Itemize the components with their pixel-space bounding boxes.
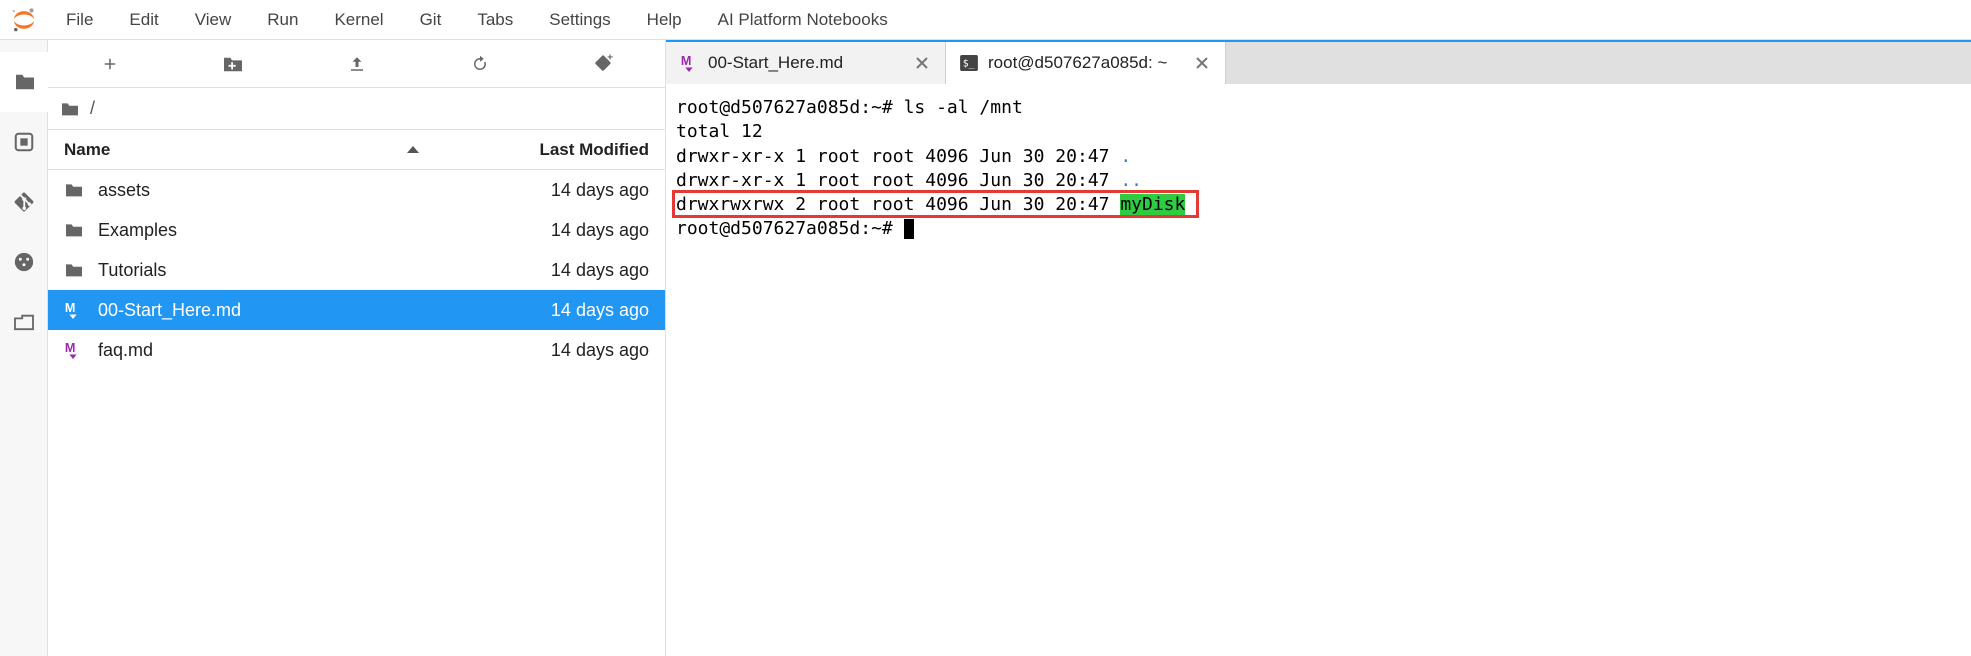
git-clone-button[interactable]: + <box>542 40 665 87</box>
commands-palette-icon[interactable] <box>0 232 48 292</box>
terminal-line: total 12 <box>676 120 1961 144</box>
svg-text:$_: $_ <box>963 59 975 70</box>
folder-icon <box>64 262 88 278</box>
file-modified: 14 days ago <box>469 300 649 321</box>
menu-item-view[interactable]: View <box>177 0 250 40</box>
terminal-line: root@d507627a085d:~# ls -al /mnt <box>676 96 1961 120</box>
tab[interactable]: M 00-Start_Here.md <box>666 42 946 84</box>
file-name: Tutorials <box>98 260 469 281</box>
svg-text:+: + <box>607 54 613 64</box>
sort-ascending-icon <box>407 146 419 153</box>
file-modified: 14 days ago <box>469 340 649 361</box>
tabs-list-icon[interactable] <box>0 292 48 352</box>
running-sessions-icon[interactable] <box>0 112 48 172</box>
menu-item-help[interactable]: Help <box>629 0 700 40</box>
terminal-line: drwxr-xr-x 1 root root 4096 Jun 30 20:47… <box>676 145 1961 169</box>
menu-item-kernel[interactable]: Kernel <box>316 0 401 40</box>
folder-icon <box>60 101 80 117</box>
svg-text:M: M <box>65 301 76 315</box>
file-browser-tab-icon[interactable] <box>0 52 48 112</box>
work-area: M00-Start_Here.md$_root@d507627a085d: ~ … <box>666 40 1971 656</box>
menu-item-run[interactable]: Run <box>249 0 316 40</box>
refresh-button[interactable] <box>418 40 541 87</box>
file-browser-panel: + / Name Last Modified assets14 days ago… <box>48 40 666 656</box>
menu-item-settings[interactable]: Settings <box>531 0 628 40</box>
breadcrumb-path: / <box>90 98 95 119</box>
left-sidebar-rail <box>0 40 48 656</box>
file-modified: 14 days ago <box>469 260 649 281</box>
breadcrumb-bar[interactable]: / <box>48 88 665 130</box>
file-row[interactable]: M 00-Start_Here.md14 days ago <box>48 290 665 330</box>
jupyter-logo[interactable] <box>0 7 48 33</box>
terminal-icon: $_ <box>960 55 978 71</box>
file-row[interactable]: assets14 days ago <box>48 170 665 210</box>
terminal-line: drwxr-xr-x 1 root root 4096 Jun 30 20:47… <box>676 169 1961 193</box>
terminal-line: drwxrwxrwx 2 root root 4096 Jun 30 20:47… <box>676 193 1961 217</box>
menu-item-edit[interactable]: Edit <box>111 0 176 40</box>
file-name: 00-Start_Here.md <box>98 300 469 321</box>
file-row[interactable]: Examples14 days ago <box>48 210 665 250</box>
menu-item-git[interactable]: Git <box>402 0 460 40</box>
tab-close-button[interactable] <box>913 54 931 72</box>
menu-item-file[interactable]: File <box>48 0 111 40</box>
svg-text:M: M <box>681 54 692 68</box>
file-list: assets14 days agoExamples14 days agoTuto… <box>48 170 665 656</box>
terminal-cursor <box>904 219 914 239</box>
git-tab-icon[interactable] <box>0 172 48 232</box>
markdown-icon: M <box>64 300 88 320</box>
folder-icon <box>64 222 88 238</box>
svg-text:M: M <box>65 341 76 355</box>
file-modified: 14 days ago <box>469 180 649 201</box>
file-list-header[interactable]: Name Last Modified <box>48 130 665 170</box>
terminal-panel[interactable]: root@d507627a085d:~# ls -al /mnttotal 12… <box>666 84 1971 656</box>
tab-bar: M 00-Start_Here.md $_ root@d507627a085d: ~ <box>666 40 1971 84</box>
terminal-line: root@d507627a085d:~# <box>676 217 1961 241</box>
new-folder-button[interactable] <box>171 40 294 87</box>
new-launcher-button[interactable] <box>48 40 171 87</box>
file-browser-toolbar: + <box>48 40 665 88</box>
menu-bar: FileEditViewRunKernelGitTabsSettingsHelp… <box>48 0 906 40</box>
main-area: + / Name Last Modified assets14 days ago… <box>0 40 1971 656</box>
file-row[interactable]: Mfaq.md14 days ago <box>48 330 665 370</box>
upload-button[interactable] <box>295 40 418 87</box>
markdown-icon: M <box>680 53 698 73</box>
tab-label: root@d507627a085d: ~ <box>988 53 1183 73</box>
file-row[interactable]: Tutorials14 days ago <box>48 250 665 290</box>
file-name: faq.md <box>98 340 469 361</box>
file-name: assets <box>98 180 469 201</box>
file-modified: 14 days ago <box>469 220 649 241</box>
menu-item-tabs[interactable]: Tabs <box>459 0 531 40</box>
tab[interactable]: $_ root@d507627a085d: ~ <box>946 42 1226 84</box>
folder-icon <box>64 182 88 198</box>
tab-close-button[interactable] <box>1193 54 1211 72</box>
col-header-modified: Last Modified <box>469 140 649 160</box>
top-menubar: FileEditViewRunKernelGitTabsSettingsHelp… <box>0 0 1971 40</box>
file-name: Examples <box>98 220 469 241</box>
col-header-name: Name <box>64 140 110 160</box>
tab-label: 00-Start_Here.md <box>708 53 903 73</box>
markdown-icon: M <box>64 340 88 360</box>
menu-item-ai-platform-notebooks[interactable]: AI Platform Notebooks <box>700 0 906 40</box>
